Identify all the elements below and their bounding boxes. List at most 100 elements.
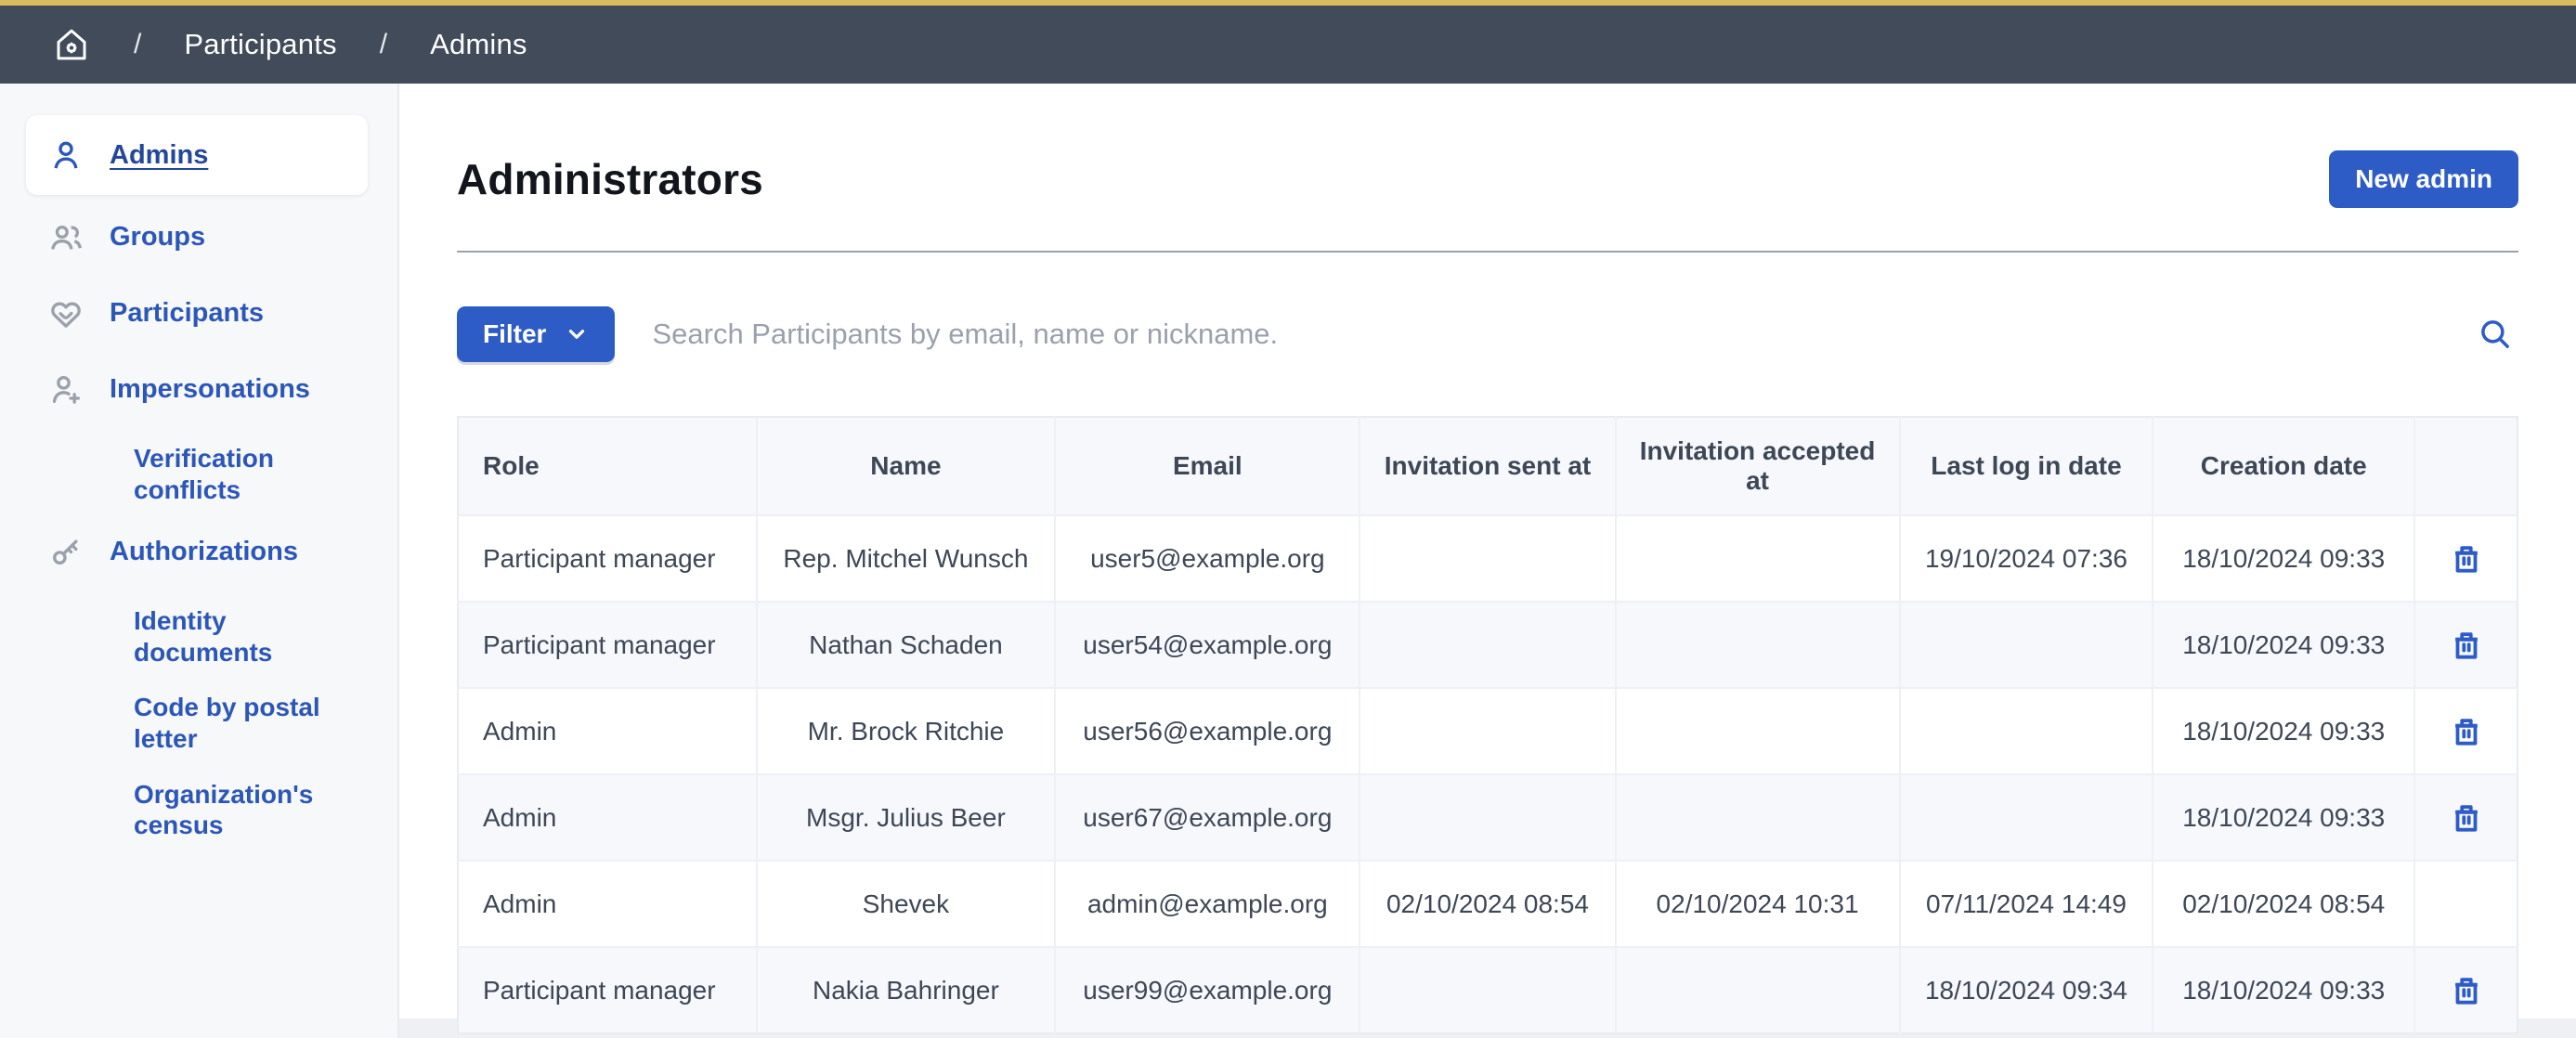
cell-role: Participant manager [458, 515, 757, 602]
breadcrumb-bar: / Participants / Admins [0, 6, 2576, 84]
table-row: Admin Shevek admin@example.org 02/10/202… [458, 861, 2517, 947]
cell-name: Msgr. Julius Beer [757, 774, 1056, 861]
person-icon [46, 136, 85, 175]
delete-admin-button[interactable] [2449, 973, 2484, 1008]
cell-invitation-sent-at [1360, 515, 1615, 602]
breadcrumb-separator: / [134, 29, 141, 60]
cell-actions [2414, 947, 2517, 1033]
delete-admin-button[interactable] [2449, 800, 2484, 836]
home-icon[interactable] [52, 25, 91, 64]
table-row: Admin Msgr. Julius Beer user67@example.o… [458, 774, 2517, 861]
column-header-name: Name [757, 417, 1056, 515]
cell-name: Nakia Bahringer [757, 947, 1056, 1033]
cell-role: Participant manager [458, 947, 757, 1033]
main-panel: Administrators New admin Filter [399, 84, 2576, 1019]
cell-creation-date: 18/10/2024 09:33 [2153, 688, 2414, 774]
table-row: Admin Mr. Brock Ritchie user56@example.o… [458, 688, 2517, 774]
breadcrumb-separator: / [380, 29, 387, 60]
cell-last-log-in-date [1900, 774, 2153, 861]
cell-invitation-sent-at [1360, 688, 1615, 774]
sidebar-item-label: Organization's census [134, 779, 347, 841]
sidebar-item-code-by-postal-letter[interactable]: Code by postal letter [26, 680, 368, 766]
table-header-row: Role Name Email Invitation sent at Invit… [458, 417, 2517, 515]
trash-icon [2449, 714, 2484, 749]
trash-icon [2449, 541, 2484, 577]
trash-icon [2449, 800, 2484, 836]
sidebar-item-identity-documents[interactable]: Identity documents [26, 593, 368, 680]
admins-table: Role Name Email Invitation sent at Invit… [457, 416, 2518, 1034]
sidebar-item-organizations-census[interactable]: Organization's census [26, 767, 368, 853]
page-header: Administrators New admin [457, 150, 2518, 208]
cell-actions [2414, 688, 2517, 774]
cell-last-log-in-date [1900, 602, 2153, 688]
cell-invitation-accepted-at [1616, 947, 1900, 1033]
cell-invitation-sent-at [1360, 947, 1615, 1033]
cell-invitation-sent-at [1360, 602, 1615, 688]
cell-invitation-accepted-at [1616, 602, 1900, 688]
search-input[interactable] [652, 318, 2435, 351]
sidebar-item-label: Verification conflicts [134, 443, 347, 505]
person-plus-icon [46, 370, 85, 409]
column-header-role: Role [458, 417, 757, 515]
cell-last-log-in-date: 18/10/2024 09:34 [1900, 947, 2153, 1033]
cell-role: Admin [458, 861, 757, 947]
cell-creation-date: 18/10/2024 09:33 [2153, 602, 2414, 688]
filter-button[interactable]: Filter [457, 306, 615, 362]
sidebar-item-label: Authorizations [110, 536, 298, 568]
cell-creation-date: 18/10/2024 09:33 [2153, 774, 2414, 861]
sidebar-item-participants[interactable]: Participants [26, 279, 368, 347]
trash-icon [2449, 973, 2484, 1008]
sidebar-item-authorizations[interactable]: Authorizations [26, 517, 368, 586]
new-admin-button[interactable]: New admin [2329, 150, 2518, 208]
cell-actions [2414, 602, 2517, 688]
people-icon [46, 217, 85, 256]
content-area: Admins Groups Particip [0, 84, 2576, 1038]
table-row: Participant manager Rep. Mitchel Wunsch … [458, 515, 2517, 602]
cell-actions [2414, 774, 2517, 861]
cell-creation-date: 18/10/2024 09:33 [2153, 947, 2414, 1033]
column-header-last-log-in-date: Last log in date [1900, 417, 2153, 515]
filter-search-row: Filter [457, 306, 2518, 362]
sidebar-item-label: Identity documents [134, 605, 347, 668]
breadcrumb-participants[interactable]: Participants [184, 28, 336, 61]
cell-last-log-in-date [1900, 688, 2153, 774]
cell-role: Admin [458, 774, 757, 861]
cell-invitation-accepted-at: 02/10/2024 10:31 [1616, 861, 1900, 947]
column-header-email: Email [1055, 417, 1360, 515]
app-root: / Participants / Admins Admins [0, 0, 2576, 1038]
cell-creation-date: 18/10/2024 09:33 [2153, 515, 2414, 602]
delete-admin-button[interactable] [2449, 541, 2484, 577]
cell-email: user5@example.org [1055, 515, 1360, 602]
cell-last-log-in-date: 19/10/2024 07:36 [1900, 515, 2153, 602]
cell-name: Mr. Brock Ritchie [757, 688, 1056, 774]
cell-email: user54@example.org [1055, 602, 1360, 688]
sidebar-item-verification-conflicts[interactable]: Verification conflicts [26, 431, 368, 517]
sidebar-item-label: Groups [110, 221, 205, 253]
cell-invitation-accepted-at [1616, 774, 1900, 861]
cell-actions [2414, 515, 2517, 602]
breadcrumb-admins[interactable]: Admins [430, 28, 527, 61]
filter-button-label: Filter [483, 319, 546, 349]
cell-invitation-sent-at: 02/10/2024 08:54 [1360, 861, 1615, 947]
delete-admin-button[interactable] [2449, 714, 2484, 749]
cell-invitation-accepted-at [1616, 688, 1900, 774]
cell-invitation-accepted-at [1616, 515, 1900, 602]
chevron-down-icon [565, 322, 589, 346]
heart-hands-icon [46, 293, 85, 332]
sidebar-item-impersonations[interactable]: Impersonations [26, 355, 368, 423]
column-header-actions [2414, 417, 2517, 515]
sidebar-item-groups[interactable]: Groups [26, 202, 368, 271]
cell-role: Participant manager [458, 602, 757, 688]
sidebar-item-admins[interactable]: Admins [26, 115, 368, 195]
sidebar: Admins Groups Particip [0, 84, 399, 1038]
trash-icon [2449, 628, 2484, 663]
search-button[interactable] [2472, 311, 2518, 357]
search-icon [2476, 315, 2515, 354]
cell-email: user56@example.org [1055, 688, 1360, 774]
sidebar-item-label: Admins [110, 139, 208, 172]
cell-name: Rep. Mitchel Wunsch [757, 515, 1056, 602]
cell-creation-date: 02/10/2024 08:54 [2153, 861, 2414, 947]
sidebar-item-label: Code by postal letter [134, 692, 347, 754]
delete-admin-button[interactable] [2449, 628, 2484, 663]
cell-actions [2414, 861, 2517, 947]
